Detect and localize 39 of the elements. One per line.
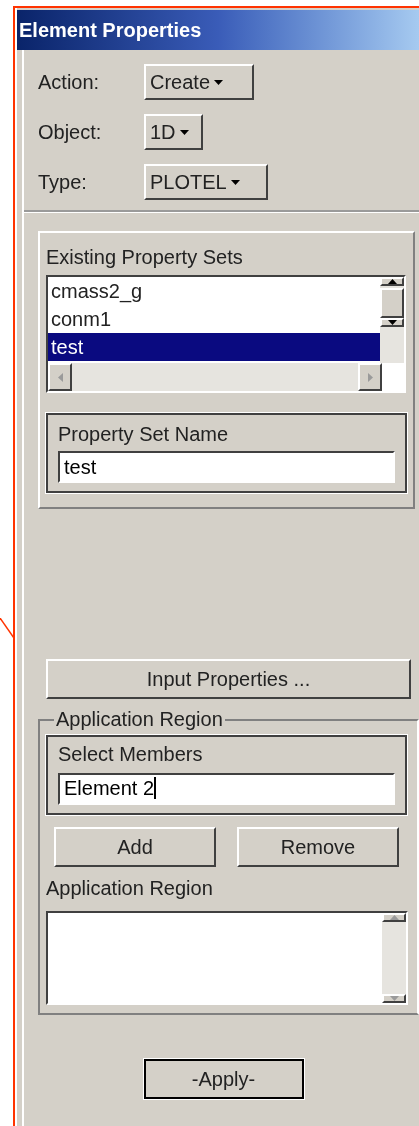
list-item[interactable]: cmass2_g — [48, 277, 380, 305]
group-title: Existing Property Sets — [46, 245, 244, 269]
list-label: Application Region — [46, 876, 214, 901]
vertical-scrollbar[interactable] — [380, 277, 404, 363]
action-button[interactable]: Add — [54, 827, 216, 867]
input-properties-button[interactable]: Input Properties ... — [46, 659, 411, 699]
list-item[interactable]: test — [48, 333, 380, 361]
dropdown-button[interactable]: PLOTEL — [144, 164, 268, 200]
field-label: Object: — [38, 120, 103, 145]
caret-down-icon — [179, 129, 189, 135]
scroll-up-button[interactable] — [380, 277, 404, 286]
vertical-scrollbar[interactable] — [382, 913, 406, 1003]
scroll-down-button[interactable] — [380, 318, 404, 327]
caret-down-icon — [389, 996, 399, 1001]
caret-up-icon — [389, 915, 399, 920]
caret-right-icon — [367, 372, 373, 382]
scroll-thumb[interactable] — [380, 288, 404, 318]
field-label: Type: — [38, 170, 88, 195]
window-title: Element Properties — [17, 10, 419, 50]
caret-left-icon — [57, 372, 63, 382]
field-label: Property Set Name — [58, 422, 230, 447]
action-button[interactable]: Remove — [237, 827, 399, 867]
dropdown-button[interactable]: Create — [144, 64, 254, 100]
scroll-left-button[interactable] — [48, 363, 72, 391]
caret-up-icon — [387, 279, 397, 284]
scroll-down-button[interactable] — [382, 994, 406, 1003]
dropdown-button[interactable]: 1D — [144, 114, 203, 150]
scroll-up-button[interactable] — [382, 913, 406, 922]
apply-button[interactable]: -Apply- — [143, 1059, 304, 1099]
input-field[interactable]: Element 2 — [58, 773, 395, 805]
input-field[interactable]: test — [58, 451, 395, 483]
list-item[interactable]: conm1 — [48, 305, 380, 333]
horizontal-scrollbar[interactable] — [48, 363, 382, 391]
caret-down-icon — [387, 320, 397, 325]
field-label: Select Members — [58, 742, 204, 767]
caret-down-icon — [230, 179, 240, 185]
caret-down-icon — [214, 79, 224, 85]
field-label: Action: — [38, 70, 101, 95]
scroll-right-button[interactable] — [358, 363, 382, 391]
